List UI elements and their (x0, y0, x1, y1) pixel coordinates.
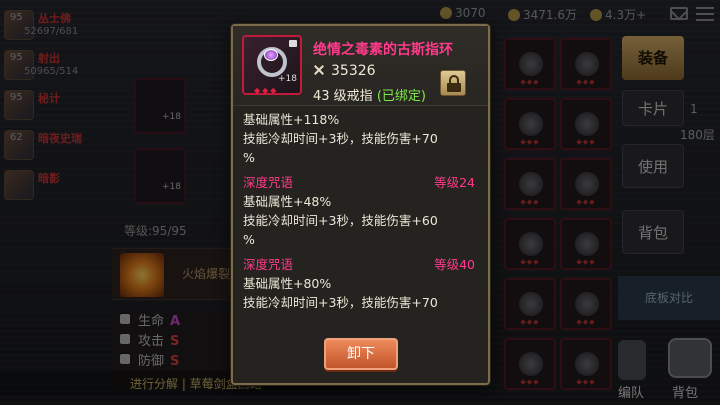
unequip-button[interactable]: 卸下 (324, 338, 398, 370)
item-detail-popup: +18 ◆◆◆ 绝情之毒素的古斯指环 35326 43 级戒指 (已绑定) 基础… (231, 24, 490, 385)
item-type-row: 43 级戒指 (已绑定) (313, 89, 426, 104)
small-lock-icon (289, 40, 297, 47)
item-description[interactable]: 基础属性+118% 技能冷却时间+3秒，技能伤害+70 % 深度咒语 等级24 … (243, 110, 479, 324)
item-header: +18 ◆◆◆ 绝情之毒素的古斯指环 35326 43 级戒指 (已绑定) (233, 26, 488, 106)
attribute-block: 深度咒语 等级40 基础属性+80% 技能冷却时间+3秒，技能伤害+70 (243, 257, 475, 310)
ring-item-icon: +18 ◆◆◆ (242, 35, 302, 95)
crossed-swords-icon (313, 64, 325, 76)
item-name: 绝情之毒素的古斯指环 (313, 42, 453, 58)
power-row: 35326 (313, 63, 376, 79)
gem-stone-icon (264, 49, 278, 61)
attribute-block: 基础属性+118% 技能冷却时间+3秒，技能伤害+70 % (243, 112, 438, 165)
lock-button[interactable] (440, 70, 466, 96)
attribute-block: 深度咒语 等级24 基础属性+48% 技能冷却时间+3秒，技能伤害+60 % (243, 175, 475, 247)
